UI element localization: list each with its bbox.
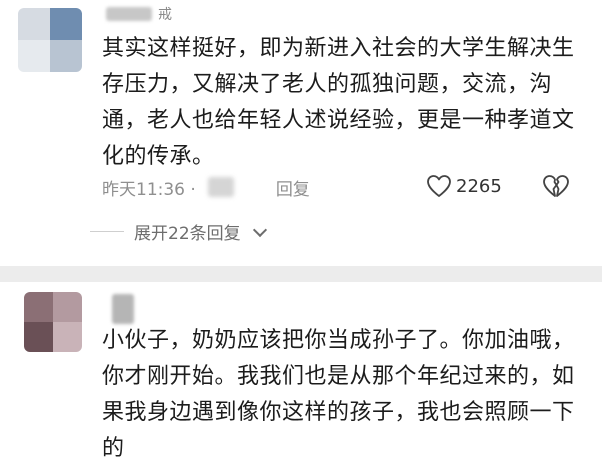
heart-outline-icon (427, 175, 451, 197)
username-suffix: 戒 (158, 7, 172, 23)
timestamp: 昨天11:36 · (102, 179, 196, 200)
avatar[interactable] (18, 8, 82, 72)
avatar[interactable] (24, 292, 82, 352)
location-redacted (207, 177, 234, 197)
divider-line (90, 231, 124, 232)
comment-meta: 昨天11:36 · 回复 (102, 175, 310, 200)
expand-replies-button[interactable]: 展开22条回复 (90, 219, 267, 244)
comment-text: 其实这样挺好，即为新进入社会的大学生解决生存压力，又解决了老人的孤独问题，交流，… (102, 36, 575, 169)
username[interactable]: 戒 (106, 4, 172, 24)
expand-replies-label: 展开22条回复 (134, 224, 241, 244)
comment-text: 小伙子，奶奶应该把你当成孙子了。你加油哦，你才刚开始。我我们也是从那个年纪过来的… (102, 328, 575, 461)
username-redacted (106, 7, 152, 21)
username-redacted (112, 294, 134, 324)
like-button[interactable]: 2265 (426, 174, 502, 198)
comment-card: 戒 其实这样挺好，即为新进入社会的大学生解决生存压力，又解决了老人的孤独问题，交… (0, 0, 602, 266)
dislike-button[interactable] (542, 174, 570, 202)
username[interactable] (112, 294, 134, 324)
chevron-down-icon (252, 222, 267, 237)
section-divider (0, 266, 602, 282)
reply-button[interactable]: 回复 (276, 175, 310, 200)
broken-heart-icon (543, 175, 569, 197)
like-count: 2265 (456, 175, 502, 197)
comment-card: 小伙子，奶奶应该把你当成孙子了。你加油哦，你才刚开始。我我们也是从那个年纪过来的… (0, 282, 602, 461)
